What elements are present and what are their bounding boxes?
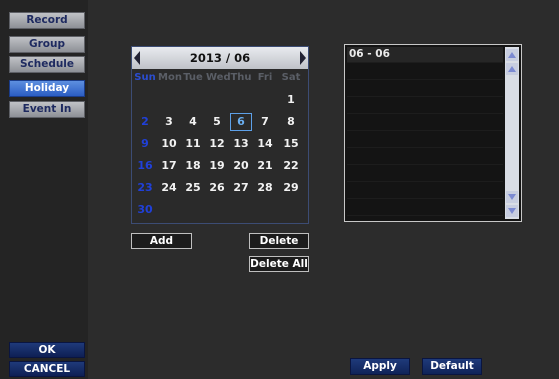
calendar-day[interactable]: 7 — [254, 113, 276, 131]
apply-button[interactable]: Apply — [350, 358, 410, 375]
calendar-day[interactable]: 11 — [182, 135, 204, 153]
calendar-day[interactable]: 16 — [134, 157, 156, 175]
calendar-day[interactable]: 13 — [230, 135, 252, 153]
calendar-day[interactable]: 18 — [182, 157, 204, 175]
calendar-day[interactable]: 26 — [206, 179, 228, 197]
delete-button[interactable]: Delete — [249, 233, 309, 249]
weekday-wed: Wed — [206, 72, 231, 83]
calendar-day[interactable]: 30 — [134, 201, 156, 219]
calendar-day[interactable]: 22 — [280, 157, 302, 175]
scrollbar[interactable] — [505, 47, 519, 219]
calendar-day[interactable]: 9 — [134, 135, 156, 153]
ok-button[interactable]: OK — [9, 342, 85, 358]
sidebar-item-holiday[interactable]: Holiday — [9, 80, 85, 97]
sidebar-item-event-in[interactable]: Event In — [9, 101, 85, 118]
calendar-day[interactable]: 28 — [254, 179, 276, 197]
calendar-month-label: 2013 / 06 — [189, 51, 251, 65]
calendar-day[interactable]: 5 — [206, 113, 228, 131]
calendar-day[interactable]: 20 — [230, 157, 252, 175]
sidebar-item-record[interactable]: Record — [9, 12, 85, 29]
calendar-day[interactable]: 24 — [158, 179, 180, 197]
calendar: 2013 / 06 Sun Mon Tue Wed Thu Fri Sat 1 2 3 4 5 6 7 8 9… — [131, 46, 309, 224]
calendar-day[interactable]: 19 — [206, 157, 228, 175]
calendar-day[interactable]: 8 — [280, 113, 302, 131]
list-item[interactable] — [347, 132, 503, 148]
cancel-button[interactable]: CANCEL — [9, 361, 85, 377]
weekday-mon: Mon — [158, 72, 182, 83]
list-item[interactable] — [347, 200, 503, 216]
weekday-sun: Sun — [134, 72, 156, 83]
calendar-day[interactable]: 2 — [134, 113, 156, 131]
calendar-day[interactable]: 17 — [158, 157, 180, 175]
list-item[interactable] — [347, 98, 503, 114]
holiday-list[interactable]: 06 - 06 — [344, 44, 522, 222]
list-item[interactable]: 06 - 06 — [347, 47, 503, 63]
scroll-down-icon[interactable] — [506, 191, 518, 203]
scroll-bottom-icon[interactable] — [506, 205, 518, 217]
list-item[interactable] — [347, 64, 503, 80]
scroll-up-icon[interactable] — [506, 63, 518, 75]
calendar-day[interactable]: 1 — [280, 91, 302, 109]
calendar-header: 2013 / 06 — [132, 47, 308, 69]
weekday-tue: Tue — [183, 72, 203, 83]
list-item[interactable] — [347, 81, 503, 97]
add-button[interactable]: Add — [131, 233, 192, 249]
delete-all-button[interactable]: Delete All — [249, 256, 309, 272]
sidebar-item-group[interactable]: Group — [9, 36, 85, 53]
sidebar: Record Group Schedule Holiday Event In O… — [0, 0, 88, 379]
calendar-day[interactable]: 10 — [158, 135, 180, 153]
list-item[interactable] — [347, 149, 503, 165]
calendar-day[interactable]: 23 — [134, 179, 156, 197]
calendar-day[interactable]: 15 — [280, 135, 302, 153]
weekday-fri: Fri — [257, 72, 273, 83]
scroll-top-icon[interactable] — [506, 49, 518, 61]
calendar-day[interactable]: 3 — [158, 113, 180, 131]
calendar-day[interactable]: 29 — [280, 179, 302, 197]
weekday-thu: Thu — [230, 72, 252, 83]
calendar-day[interactable]: 12 — [206, 135, 228, 153]
default-button[interactable]: Default — [422, 358, 482, 375]
sidebar-item-schedule[interactable]: Schedule — [9, 56, 85, 73]
list-item[interactable] — [347, 166, 503, 182]
list-item[interactable] — [347, 183, 503, 199]
list-item[interactable] — [347, 115, 503, 131]
weekday-sat: Sat — [281, 72, 301, 83]
calendar-day[interactable]: 4 — [182, 113, 204, 131]
calendar-day[interactable]: 27 — [230, 179, 252, 197]
calendar-day[interactable]: 6 — [230, 113, 252, 131]
calendar-day[interactable]: 21 — [254, 157, 276, 175]
next-month-icon[interactable] — [300, 51, 306, 65]
prev-month-icon[interactable] — [134, 51, 140, 65]
calendar-day[interactable]: 14 — [254, 135, 276, 153]
calendar-day[interactable]: 25 — [182, 179, 204, 197]
